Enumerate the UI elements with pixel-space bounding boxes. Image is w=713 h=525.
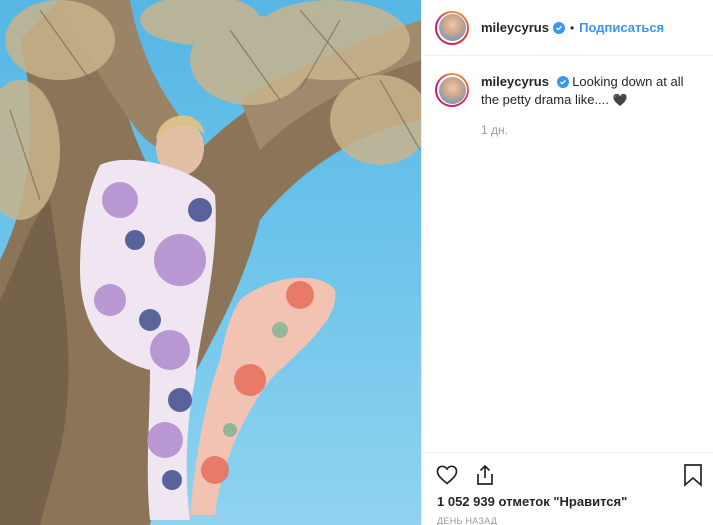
post-header: mileycyrus • Подписаться bbox=[422, 0, 713, 56]
comment-avatar[interactable] bbox=[435, 73, 469, 107]
bookmark-icon[interactable] bbox=[682, 463, 704, 492]
share-icon[interactable] bbox=[473, 463, 497, 492]
post-photo[interactable] bbox=[0, 0, 421, 525]
avatar-image bbox=[438, 14, 466, 41]
comment-timestamp[interactable]: 1 дн. bbox=[481, 121, 696, 139]
avatar[interactable] bbox=[435, 10, 469, 45]
caption-comment: mileycyrus Looking down at all the petty… bbox=[435, 73, 705, 139]
header-username[interactable]: mileycyrus bbox=[481, 20, 549, 35]
comment-avatar-border bbox=[437, 75, 467, 105]
heart-outline-icon[interactable] bbox=[435, 463, 459, 492]
post-actions: 1 052 939 отметок "Нравится" ДЕНЬ НАЗАД bbox=[422, 452, 713, 525]
photo-illustration bbox=[0, 0, 421, 525]
post-age[interactable]: ДЕНЬ НАЗАД bbox=[437, 516, 497, 525]
follow-button[interactable]: Подписаться bbox=[579, 20, 664, 35]
caption-username[interactable]: mileycyrus bbox=[481, 74, 549, 89]
separator-dot: • bbox=[569, 20, 575, 35]
black-heart-emoji: 🖤 bbox=[612, 93, 628, 107]
avatar-border bbox=[437, 12, 467, 43]
caption-text-block: mileycyrus Looking down at all the petty… bbox=[481, 73, 696, 139]
likes-count[interactable]: 1 052 939 отметок "Нравится" bbox=[437, 494, 627, 509]
action-icons bbox=[435, 463, 497, 492]
verified-badge-icon bbox=[552, 21, 565, 34]
comment-avatar-image bbox=[438, 76, 466, 104]
caption-verified-badge-icon bbox=[556, 76, 569, 88]
post-side-panel: mileycyrus • Подписаться mileycyrus Look… bbox=[421, 0, 713, 525]
